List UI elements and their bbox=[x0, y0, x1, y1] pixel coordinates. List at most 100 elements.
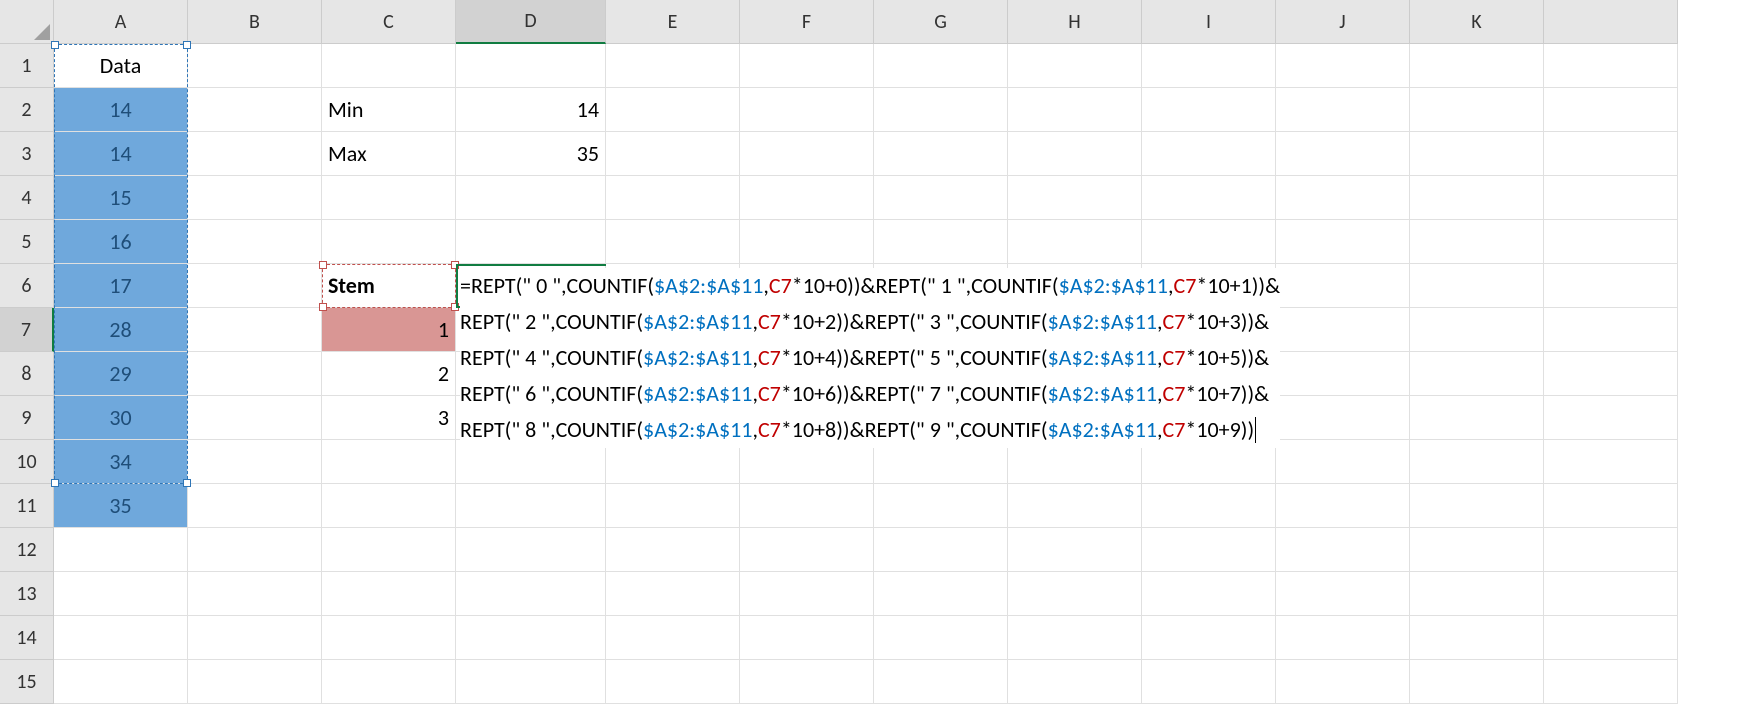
cell-L11[interactable] bbox=[1544, 484, 1678, 528]
cell-F14[interactable] bbox=[740, 616, 874, 660]
row-header-13[interactable]: 13 bbox=[0, 572, 54, 616]
cell-G5[interactable] bbox=[874, 220, 1008, 264]
cell-L12[interactable] bbox=[1544, 528, 1678, 572]
cell-B2[interactable] bbox=[188, 88, 322, 132]
cell-C6[interactable]: Stem bbox=[322, 264, 456, 308]
cell-E12[interactable] bbox=[606, 528, 740, 572]
cell-H15[interactable] bbox=[1008, 660, 1142, 704]
cell-A10[interactable]: 34 bbox=[54, 440, 188, 484]
cell-D11[interactable] bbox=[456, 484, 606, 528]
cell-E3[interactable] bbox=[606, 132, 740, 176]
cell-I1[interactable] bbox=[1142, 44, 1276, 88]
cell-C14[interactable] bbox=[322, 616, 456, 660]
cell-H3[interactable] bbox=[1008, 132, 1142, 176]
col-header-A[interactable]: A bbox=[54, 0, 188, 44]
row-header-5[interactable]: 5 bbox=[0, 220, 54, 264]
cell-C5[interactable] bbox=[322, 220, 456, 264]
cell-K8[interactable] bbox=[1410, 352, 1544, 396]
cell-B1[interactable] bbox=[188, 44, 322, 88]
row-header-15[interactable]: 15 bbox=[0, 660, 54, 704]
cell-F12[interactable] bbox=[740, 528, 874, 572]
cell-A12[interactable] bbox=[54, 528, 188, 572]
cell-G4[interactable] bbox=[874, 176, 1008, 220]
cell-H4[interactable] bbox=[1008, 176, 1142, 220]
cell-J9[interactable] bbox=[1276, 396, 1410, 440]
cell-K3[interactable] bbox=[1410, 132, 1544, 176]
cell-G15[interactable] bbox=[874, 660, 1008, 704]
cell-K1[interactable] bbox=[1410, 44, 1544, 88]
cell-D13[interactable] bbox=[456, 572, 606, 616]
cell-B9[interactable] bbox=[188, 396, 322, 440]
cell-A5[interactable]: 16 bbox=[54, 220, 188, 264]
cell-L6[interactable] bbox=[1544, 264, 1678, 308]
cell-L7[interactable] bbox=[1544, 308, 1678, 352]
col-header-I[interactable]: I bbox=[1142, 0, 1276, 44]
cell-B4[interactable] bbox=[188, 176, 322, 220]
cell-L9[interactable] bbox=[1544, 396, 1678, 440]
cell-L13[interactable] bbox=[1544, 572, 1678, 616]
cell-H1[interactable] bbox=[1008, 44, 1142, 88]
cell-B10[interactable] bbox=[188, 440, 322, 484]
cell-H5[interactable] bbox=[1008, 220, 1142, 264]
cell-L1[interactable] bbox=[1544, 44, 1678, 88]
cell-J11[interactable] bbox=[1276, 484, 1410, 528]
cell-C11[interactable] bbox=[322, 484, 456, 528]
cell-A11[interactable]: 35 bbox=[54, 484, 188, 528]
cell-C1[interactable] bbox=[322, 44, 456, 88]
cell-E4[interactable] bbox=[606, 176, 740, 220]
cell-K2[interactable] bbox=[1410, 88, 1544, 132]
cell-I5[interactable] bbox=[1142, 220, 1276, 264]
col-header-G[interactable]: G bbox=[874, 0, 1008, 44]
cell-K7[interactable] bbox=[1410, 308, 1544, 352]
cell-K5[interactable] bbox=[1410, 220, 1544, 264]
cell-L3[interactable] bbox=[1544, 132, 1678, 176]
cell-C3[interactable]: Max bbox=[322, 132, 456, 176]
cell-C12[interactable] bbox=[322, 528, 456, 572]
formula-editor[interactable]: =REPT(" 0 ",COUNTIF($A$2:$A$11,C7*10+0))… bbox=[460, 268, 1280, 448]
row-header-14[interactable]: 14 bbox=[0, 616, 54, 660]
cell-J12[interactable] bbox=[1276, 528, 1410, 572]
cell-J15[interactable] bbox=[1276, 660, 1410, 704]
cell-D14[interactable] bbox=[456, 616, 606, 660]
cell-L4[interactable] bbox=[1544, 176, 1678, 220]
cell-G14[interactable] bbox=[874, 616, 1008, 660]
cell-A8[interactable]: 29 bbox=[54, 352, 188, 396]
cell-I13[interactable] bbox=[1142, 572, 1276, 616]
cell-D15[interactable] bbox=[456, 660, 606, 704]
cell-A9[interactable]: 30 bbox=[54, 396, 188, 440]
col-header-F[interactable]: F bbox=[740, 0, 874, 44]
cell-B15[interactable] bbox=[188, 660, 322, 704]
cell-A1[interactable]: Data bbox=[54, 44, 188, 88]
cell-G2[interactable] bbox=[874, 88, 1008, 132]
cell-B13[interactable] bbox=[188, 572, 322, 616]
cell-E15[interactable] bbox=[606, 660, 740, 704]
cell-K10[interactable] bbox=[1410, 440, 1544, 484]
cell-C7[interactable]: 1 bbox=[322, 308, 456, 352]
select-all-corner[interactable] bbox=[0, 0, 54, 44]
cell-J13[interactable] bbox=[1276, 572, 1410, 616]
cell-K13[interactable] bbox=[1410, 572, 1544, 616]
cell-F11[interactable] bbox=[740, 484, 874, 528]
cell-C2[interactable]: Min bbox=[322, 88, 456, 132]
row-header-4[interactable]: 4 bbox=[0, 176, 54, 220]
cell-F1[interactable] bbox=[740, 44, 874, 88]
cell-A14[interactable] bbox=[54, 616, 188, 660]
cell-F2[interactable] bbox=[740, 88, 874, 132]
cell-F5[interactable] bbox=[740, 220, 874, 264]
cell-K15[interactable] bbox=[1410, 660, 1544, 704]
cell-C13[interactable] bbox=[322, 572, 456, 616]
cell-C9[interactable]: 3 bbox=[322, 396, 456, 440]
cell-I4[interactable] bbox=[1142, 176, 1276, 220]
cell-J2[interactable] bbox=[1276, 88, 1410, 132]
cell-A7[interactable]: 28 bbox=[54, 308, 188, 352]
cell-E1[interactable] bbox=[606, 44, 740, 88]
cell-B5[interactable] bbox=[188, 220, 322, 264]
cell-D1[interactable] bbox=[456, 44, 606, 88]
cell-G1[interactable] bbox=[874, 44, 1008, 88]
cell-L15[interactable] bbox=[1544, 660, 1678, 704]
cell-I12[interactable] bbox=[1142, 528, 1276, 572]
cell-I3[interactable] bbox=[1142, 132, 1276, 176]
cell-D4[interactable] bbox=[456, 176, 606, 220]
cell-J8[interactable] bbox=[1276, 352, 1410, 396]
cell-A2[interactable]: 14 bbox=[54, 88, 188, 132]
